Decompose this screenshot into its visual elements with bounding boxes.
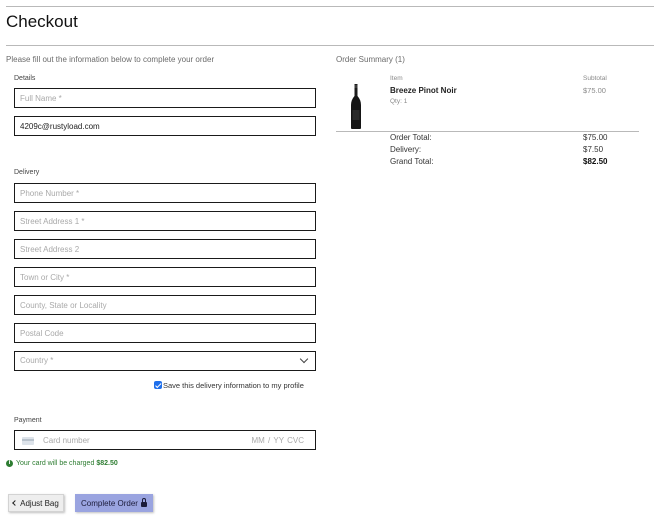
order-summary-title: Order Summary (1) xyxy=(336,55,405,64)
grand-total-label: Grand Total: xyxy=(390,157,434,166)
complete-order-button[interactable]: Complete Order xyxy=(75,494,153,512)
product-name: Breeze Pinot Noir xyxy=(390,86,457,95)
street-address-2-input[interactable] xyxy=(14,239,316,259)
grand-total-value: $82.50 xyxy=(583,157,608,166)
subtotal-column-header: Subtotal xyxy=(583,75,607,82)
charge-note-text: Your card will be charged xyxy=(16,460,95,467)
postal-code-input[interactable] xyxy=(14,323,316,343)
summary-divider xyxy=(336,131,639,132)
email-input[interactable] xyxy=(14,116,316,136)
adjust-bag-button[interactable]: Adjust Bag xyxy=(8,494,64,512)
product-subtotal: $75.00 xyxy=(583,86,606,95)
phone-input[interactable] xyxy=(14,183,316,203)
save-info-checkbox[interactable] xyxy=(154,381,162,389)
save-info-label[interactable]: Save this delivery information to my pro… xyxy=(163,381,304,390)
details-label: Details xyxy=(14,75,36,82)
charge-note: i Your card will be charged $82.50 xyxy=(6,460,118,467)
item-column-header: Item xyxy=(390,75,403,82)
delivery-cost-value: $7.50 xyxy=(583,145,604,154)
country-select-value: Country * xyxy=(20,356,54,365)
form-intro: Please fill out the information below to… xyxy=(6,55,215,64)
expiry-cvc-placeholder[interactable]: MM / YY CVC xyxy=(252,436,305,445)
info-icon: i xyxy=(6,460,13,467)
chevron-down-icon xyxy=(299,354,309,364)
save-info-row[interactable]: Save this delivery information to my pro… xyxy=(154,379,304,391)
order-total-label: Order Total: xyxy=(390,133,432,142)
chevron-left-icon xyxy=(12,500,18,506)
order-total-value: $75.00 xyxy=(583,133,608,142)
country-select[interactable]: Country * xyxy=(14,351,316,371)
charge-amount: $82.50 xyxy=(96,460,118,467)
product-qty: Qty: 1 xyxy=(390,98,408,105)
full-name-input[interactable] xyxy=(14,88,316,108)
town-city-input[interactable] xyxy=(14,267,316,287)
wine-bottle-image xyxy=(351,84,361,129)
delivery-label: Delivery xyxy=(14,169,40,176)
adjust-bag-label: Adjust Bag xyxy=(20,498,59,508)
header-divider xyxy=(6,45,654,46)
top-divider xyxy=(6,6,654,7)
card-number-placeholder: Card number xyxy=(43,436,90,445)
street-address-1-input[interactable] xyxy=(14,211,316,231)
delivery-cost-label: Delivery: xyxy=(390,145,422,154)
complete-order-label: Complete Order xyxy=(81,498,138,508)
lock-icon xyxy=(140,498,147,507)
page-title: Checkout xyxy=(6,12,78,31)
card-icon xyxy=(22,437,34,445)
card-number-input[interactable]: Card number MM / YY CVC xyxy=(14,430,316,450)
payment-label: Payment xyxy=(14,417,42,424)
county-input[interactable] xyxy=(14,295,316,315)
